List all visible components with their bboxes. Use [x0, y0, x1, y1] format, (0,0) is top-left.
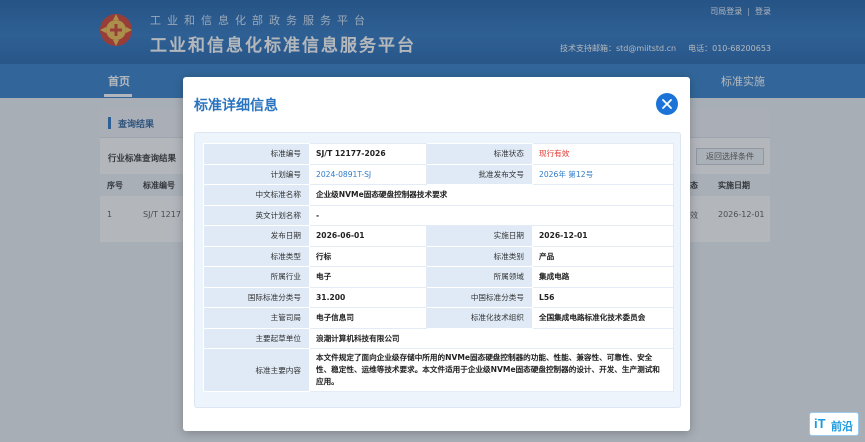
- publish-date-value: 2026-06-01: [309, 225, 427, 247]
- ccs-code-value: L56: [532, 286, 674, 308]
- field-label: 所属领域: [426, 266, 533, 288]
- department-value: 电子信息司: [309, 307, 427, 329]
- standard-detail-dialog: 标准详细信息 标准编号 SJ/T 12177-2026 标准状态 现行有效 计划…: [183, 77, 690, 431]
- ics-code-value: 31.200: [309, 286, 427, 308]
- standard-type-value: 行标: [309, 245, 427, 267]
- field-label: 计划编号: [203, 163, 310, 185]
- field-label: 批准发布文号: [426, 163, 533, 185]
- dialog-title: 标准详细信息: [194, 98, 278, 114]
- table-row: 发布日期 2026-06-01 实施日期 2026-12-01: [203, 225, 674, 247]
- status-badge: 现行有效: [532, 143, 674, 165]
- field-label: 英文计划名称: [203, 204, 310, 226]
- chinese-name-value: 企业级NVMe固态硬盘控制器技术要求: [309, 184, 674, 206]
- watermark-it: iT: [814, 416, 826, 431]
- field-label: 中文标准名称: [203, 184, 310, 206]
- drafting-unit-value: 浪潮计算机科技有限公司: [309, 327, 674, 349]
- field-label: 实施日期: [426, 225, 533, 247]
- approval-document-link[interactable]: 2026年 第12号: [532, 163, 674, 185]
- field-label: 主管司局: [203, 307, 310, 329]
- english-name-value: -: [309, 204, 674, 226]
- field-label: 发布日期: [203, 225, 310, 247]
- table-row: 标准编号 SJ/T 12177-2026 标准状态 现行有效: [203, 143, 674, 165]
- table-row: 所属行业 电子 所属领域 集成电路: [203, 266, 674, 288]
- table-row: 英文计划名称 -: [203, 204, 674, 226]
- detail-table: 标准编号 SJ/T 12177-2026 标准状态 现行有效 计划编号 2024…: [203, 143, 674, 392]
- table-row: 标准类型 行标 标准类别 产品: [203, 245, 674, 267]
- field-label: 所属行业: [203, 266, 310, 288]
- detail-panel: 标准编号 SJ/T 12177-2026 标准状态 现行有效 计划编号 2024…: [194, 132, 681, 408]
- table-row: 主要起草单位 浪潮计算机科技有限公司: [203, 327, 674, 349]
- table-row: 中文标准名称 企业级NVMe固态硬盘控制器技术要求: [203, 184, 674, 206]
- close-icon: [662, 99, 672, 109]
- field-label: 标准化技术组织: [426, 307, 533, 329]
- table-row: 主管司局 电子信息司 标准化技术组织 全国集成电路标准化技术委员会: [203, 307, 674, 329]
- field-label: 主要起草单位: [203, 327, 310, 349]
- table-row: 计划编号 2024-0891T-SJ 批准发布文号 2026年 第12号: [203, 163, 674, 185]
- standard-category-value: 产品: [532, 245, 674, 267]
- watermark-text: 前沿: [831, 420, 853, 433]
- field-label: 标准类别: [426, 245, 533, 267]
- standard-number-value: SJ/T 12177-2026: [309, 143, 427, 165]
- field-label: 中国标准分类号: [426, 286, 533, 308]
- field-label: 标准编号: [203, 143, 310, 165]
- table-row: 国际标准分类号 31.200 中国标准分类号 L56: [203, 286, 674, 308]
- implement-date-value: 2026-12-01: [532, 225, 674, 247]
- technical-committee-value: 全国集成电路标准化技术委员会: [532, 307, 674, 329]
- field-label: 标准状态: [426, 143, 533, 165]
- table-row: 标准主要内容 本文件规定了面向企业级存储中所用的NVMe固态硬盘控制器的功能、性…: [203, 348, 674, 392]
- close-button[interactable]: [656, 93, 678, 115]
- main-content-value: 本文件规定了面向企业级存储中所用的NVMe固态硬盘控制器的功能、性能、兼容性、可…: [309, 348, 674, 392]
- plan-number-link[interactable]: 2024-0891T-SJ: [309, 163, 427, 185]
- field-label: 标准主要内容: [203, 348, 310, 392]
- watermark-logo: iT 前沿: [809, 412, 859, 436]
- domain-value: 集成电路: [532, 266, 674, 288]
- field-label: 标准类型: [203, 245, 310, 267]
- industry-value: 电子: [309, 266, 427, 288]
- field-label: 国际标准分类号: [203, 286, 310, 308]
